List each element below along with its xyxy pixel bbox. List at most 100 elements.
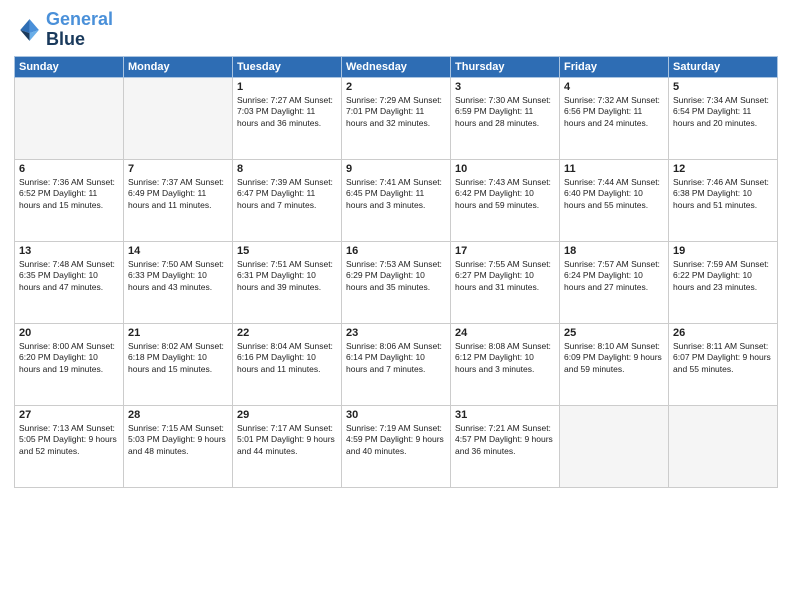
logo-text: General Blue bbox=[46, 10, 113, 50]
calendar-cell: 31Sunrise: 7:21 AM Sunset: 4:57 PM Dayli… bbox=[451, 405, 560, 487]
logo-icon bbox=[14, 16, 42, 44]
day-info: Sunrise: 7:30 AM Sunset: 6:59 PM Dayligh… bbox=[455, 95, 555, 129]
day-info: Sunrise: 7:41 AM Sunset: 6:45 PM Dayligh… bbox=[346, 177, 446, 211]
day-info: Sunrise: 7:57 AM Sunset: 6:24 PM Dayligh… bbox=[564, 259, 664, 293]
calendar-cell: 1 Sunrise: 7:27 AM Sunset: 7:03 PM Daylig… bbox=[233, 77, 342, 159]
calendar-cell: 7 Sunrise: 7:37 AM Sunset: 6:49 PM Daylig… bbox=[124, 159, 233, 241]
day-number: 9 bbox=[346, 163, 446, 175]
day-number: 25 bbox=[564, 327, 664, 339]
calendar-cell: 22Sunrise: 8:04 AM Sunset: 6:16 PM Dayli… bbox=[233, 323, 342, 405]
day-info: Sunrise: 7:19 AM Sunset: 4:59 PM Dayligh… bbox=[346, 423, 446, 457]
calendar-cell: 14Sunrise: 7:50 AM Sunset: 6:33 PM Dayli… bbox=[124, 241, 233, 323]
calendar-cell: 25 Sunrise: 8:10 AM Sunset: 6:09 PM Dayli… bbox=[560, 323, 669, 405]
day-number: 8 bbox=[237, 163, 337, 175]
calendar-week-row: 20Sunrise: 8:00 AM Sunset: 6:20 PM Dayli… bbox=[15, 323, 778, 405]
calendar-cell bbox=[560, 405, 669, 487]
calendar-week-row: 1 Sunrise: 7:27 AM Sunset: 7:03 PM Daylig… bbox=[15, 77, 778, 159]
day-info: Sunrise: 8:04 AM Sunset: 6:16 PM Dayligh… bbox=[237, 341, 337, 375]
calendar-cell: 18 Sunrise: 7:57 AM Sunset: 6:24 PM Dayli… bbox=[560, 241, 669, 323]
day-number: 7 bbox=[128, 163, 228, 175]
day-info: Sunrise: 8:02 AM Sunset: 6:18 PM Dayligh… bbox=[128, 341, 228, 375]
day-info: Sunrise: 7:39 AM Sunset: 6:47 PM Dayligh… bbox=[237, 177, 337, 211]
calendar-cell: 5Sunrise: 7:34 AM Sunset: 6:54 PM Daylig… bbox=[669, 77, 778, 159]
calendar-cell: 19 Sunrise: 7:59 AM Sunset: 6:22 PM Dayli… bbox=[669, 241, 778, 323]
day-number: 21 bbox=[128, 327, 228, 339]
calendar-cell: 17 Sunrise: 7:55 AM Sunset: 6:27 PM Dayli… bbox=[451, 241, 560, 323]
calendar-week-row: 6 Sunrise: 7:36 AM Sunset: 6:52 PM Daylig… bbox=[15, 159, 778, 241]
calendar-cell: 20Sunrise: 8:00 AM Sunset: 6:20 PM Dayli… bbox=[15, 323, 124, 405]
day-info: Sunrise: 7:36 AM Sunset: 6:52 PM Dayligh… bbox=[19, 177, 119, 211]
day-number: 31 bbox=[455, 409, 555, 421]
calendar-cell: 21 Sunrise: 8:02 AM Sunset: 6:18 PM Dayli… bbox=[124, 323, 233, 405]
calendar-cell: 2Sunrise: 7:29 AM Sunset: 7:01 PM Daylig… bbox=[342, 77, 451, 159]
day-info: Sunrise: 7:50 AM Sunset: 6:33 PM Dayligh… bbox=[128, 259, 228, 293]
calendar-cell: 12Sunrise: 7:46 AM Sunset: 6:38 PM Dayli… bbox=[669, 159, 778, 241]
day-number: 29 bbox=[237, 409, 337, 421]
weekday-header: Friday bbox=[560, 56, 669, 77]
calendar-header-row: SundayMondayTuesdayWednesdayThursdayFrid… bbox=[15, 56, 778, 77]
calendar-cell: 29 Sunrise: 7:17 AM Sunset: 5:01 PM Dayli… bbox=[233, 405, 342, 487]
day-info: Sunrise: 7:55 AM Sunset: 6:27 PM Dayligh… bbox=[455, 259, 555, 293]
calendar-cell: 6 Sunrise: 7:36 AM Sunset: 6:52 PM Daylig… bbox=[15, 159, 124, 241]
day-info: Sunrise: 8:10 AM Sunset: 6:09 PM Dayligh… bbox=[564, 341, 664, 375]
day-number: 10 bbox=[455, 163, 555, 175]
day-number: 17 bbox=[455, 245, 555, 257]
day-info: Sunrise: 8:08 AM Sunset: 6:12 PM Dayligh… bbox=[455, 341, 555, 375]
calendar-cell: 24 Sunrise: 8:08 AM Sunset: 6:12 PM Dayli… bbox=[451, 323, 560, 405]
calendar-table: SundayMondayTuesdayWednesdayThursdayFrid… bbox=[14, 56, 778, 488]
day-info: Sunrise: 7:43 AM Sunset: 6:42 PM Dayligh… bbox=[455, 177, 555, 211]
day-number: 15 bbox=[237, 245, 337, 257]
day-info: Sunrise: 7:13 AM Sunset: 5:05 PM Dayligh… bbox=[19, 423, 119, 457]
day-number: 30 bbox=[346, 409, 446, 421]
day-info: Sunrise: 7:37 AM Sunset: 6:49 PM Dayligh… bbox=[128, 177, 228, 211]
day-number: 11 bbox=[564, 163, 664, 175]
day-info: Sunrise: 8:00 AM Sunset: 6:20 PM Dayligh… bbox=[19, 341, 119, 375]
day-number: 24 bbox=[455, 327, 555, 339]
calendar-cell: 4 Sunrise: 7:32 AM Sunset: 6:56 PM Daylig… bbox=[560, 77, 669, 159]
calendar-cell: 10 Sunrise: 7:43 AM Sunset: 6:42 PM Dayli… bbox=[451, 159, 560, 241]
calendar-week-row: 13Sunrise: 7:48 AM Sunset: 6:35 PM Dayli… bbox=[15, 241, 778, 323]
day-number: 16 bbox=[346, 245, 446, 257]
calendar-week-row: 27 Sunrise: 7:13 AM Sunset: 5:05 PM Dayli… bbox=[15, 405, 778, 487]
calendar-cell: 13Sunrise: 7:48 AM Sunset: 6:35 PM Dayli… bbox=[15, 241, 124, 323]
day-number: 6 bbox=[19, 163, 119, 175]
page: General Blue SundayMondayTuesdayWednesda… bbox=[0, 0, 792, 612]
calendar-cell: 26 Sunrise: 8:11 AM Sunset: 6:07 PM Dayli… bbox=[669, 323, 778, 405]
day-number: 13 bbox=[19, 245, 119, 257]
weekday-header: Sunday bbox=[15, 56, 124, 77]
calendar-cell: 16 Sunrise: 7:53 AM Sunset: 6:29 PM Dayli… bbox=[342, 241, 451, 323]
calendar-cell bbox=[124, 77, 233, 159]
day-info: Sunrise: 7:59 AM Sunset: 6:22 PM Dayligh… bbox=[673, 259, 773, 293]
day-info: Sunrise: 7:32 AM Sunset: 6:56 PM Dayligh… bbox=[564, 95, 664, 129]
calendar-cell: 11Sunrise: 7:44 AM Sunset: 6:40 PM Dayli… bbox=[560, 159, 669, 241]
day-number: 1 bbox=[237, 81, 337, 93]
calendar-cell: 9 Sunrise: 7:41 AM Sunset: 6:45 PM Daylig… bbox=[342, 159, 451, 241]
calendar-cell: 27 Sunrise: 7:13 AM Sunset: 5:05 PM Dayli… bbox=[15, 405, 124, 487]
day-number: 18 bbox=[564, 245, 664, 257]
weekday-header: Saturday bbox=[669, 56, 778, 77]
calendar-cell bbox=[669, 405, 778, 487]
day-info: Sunrise: 7:27 AM Sunset: 7:03 PM Dayligh… bbox=[237, 95, 337, 129]
day-info: Sunrise: 7:53 AM Sunset: 6:29 PM Dayligh… bbox=[346, 259, 446, 293]
day-number: 3 bbox=[455, 81, 555, 93]
weekday-header: Monday bbox=[124, 56, 233, 77]
day-number: 2 bbox=[346, 81, 446, 93]
day-info: Sunrise: 7:46 AM Sunset: 6:38 PM Dayligh… bbox=[673, 177, 773, 211]
weekday-header: Wednesday bbox=[342, 56, 451, 77]
logo: General Blue bbox=[14, 10, 113, 50]
day-info: Sunrise: 7:34 AM Sunset: 6:54 PM Dayligh… bbox=[673, 95, 773, 129]
day-number: 26 bbox=[673, 327, 773, 339]
day-info: Sunrise: 7:51 AM Sunset: 6:31 PM Dayligh… bbox=[237, 259, 337, 293]
calendar-cell: 28 Sunrise: 7:15 AM Sunset: 5:03 PM Dayli… bbox=[124, 405, 233, 487]
day-number: 28 bbox=[128, 409, 228, 421]
day-number: 4 bbox=[564, 81, 664, 93]
calendar-cell bbox=[15, 77, 124, 159]
day-number: 27 bbox=[19, 409, 119, 421]
day-info: Sunrise: 7:17 AM Sunset: 5:01 PM Dayligh… bbox=[237, 423, 337, 457]
day-info: Sunrise: 7:15 AM Sunset: 5:03 PM Dayligh… bbox=[128, 423, 228, 457]
calendar-cell: 23Sunrise: 8:06 AM Sunset: 6:14 PM Dayli… bbox=[342, 323, 451, 405]
weekday-header: Thursday bbox=[451, 56, 560, 77]
day-number: 19 bbox=[673, 245, 773, 257]
weekday-header: Tuesday bbox=[233, 56, 342, 77]
day-info: Sunrise: 8:11 AM Sunset: 6:07 PM Dayligh… bbox=[673, 341, 773, 375]
